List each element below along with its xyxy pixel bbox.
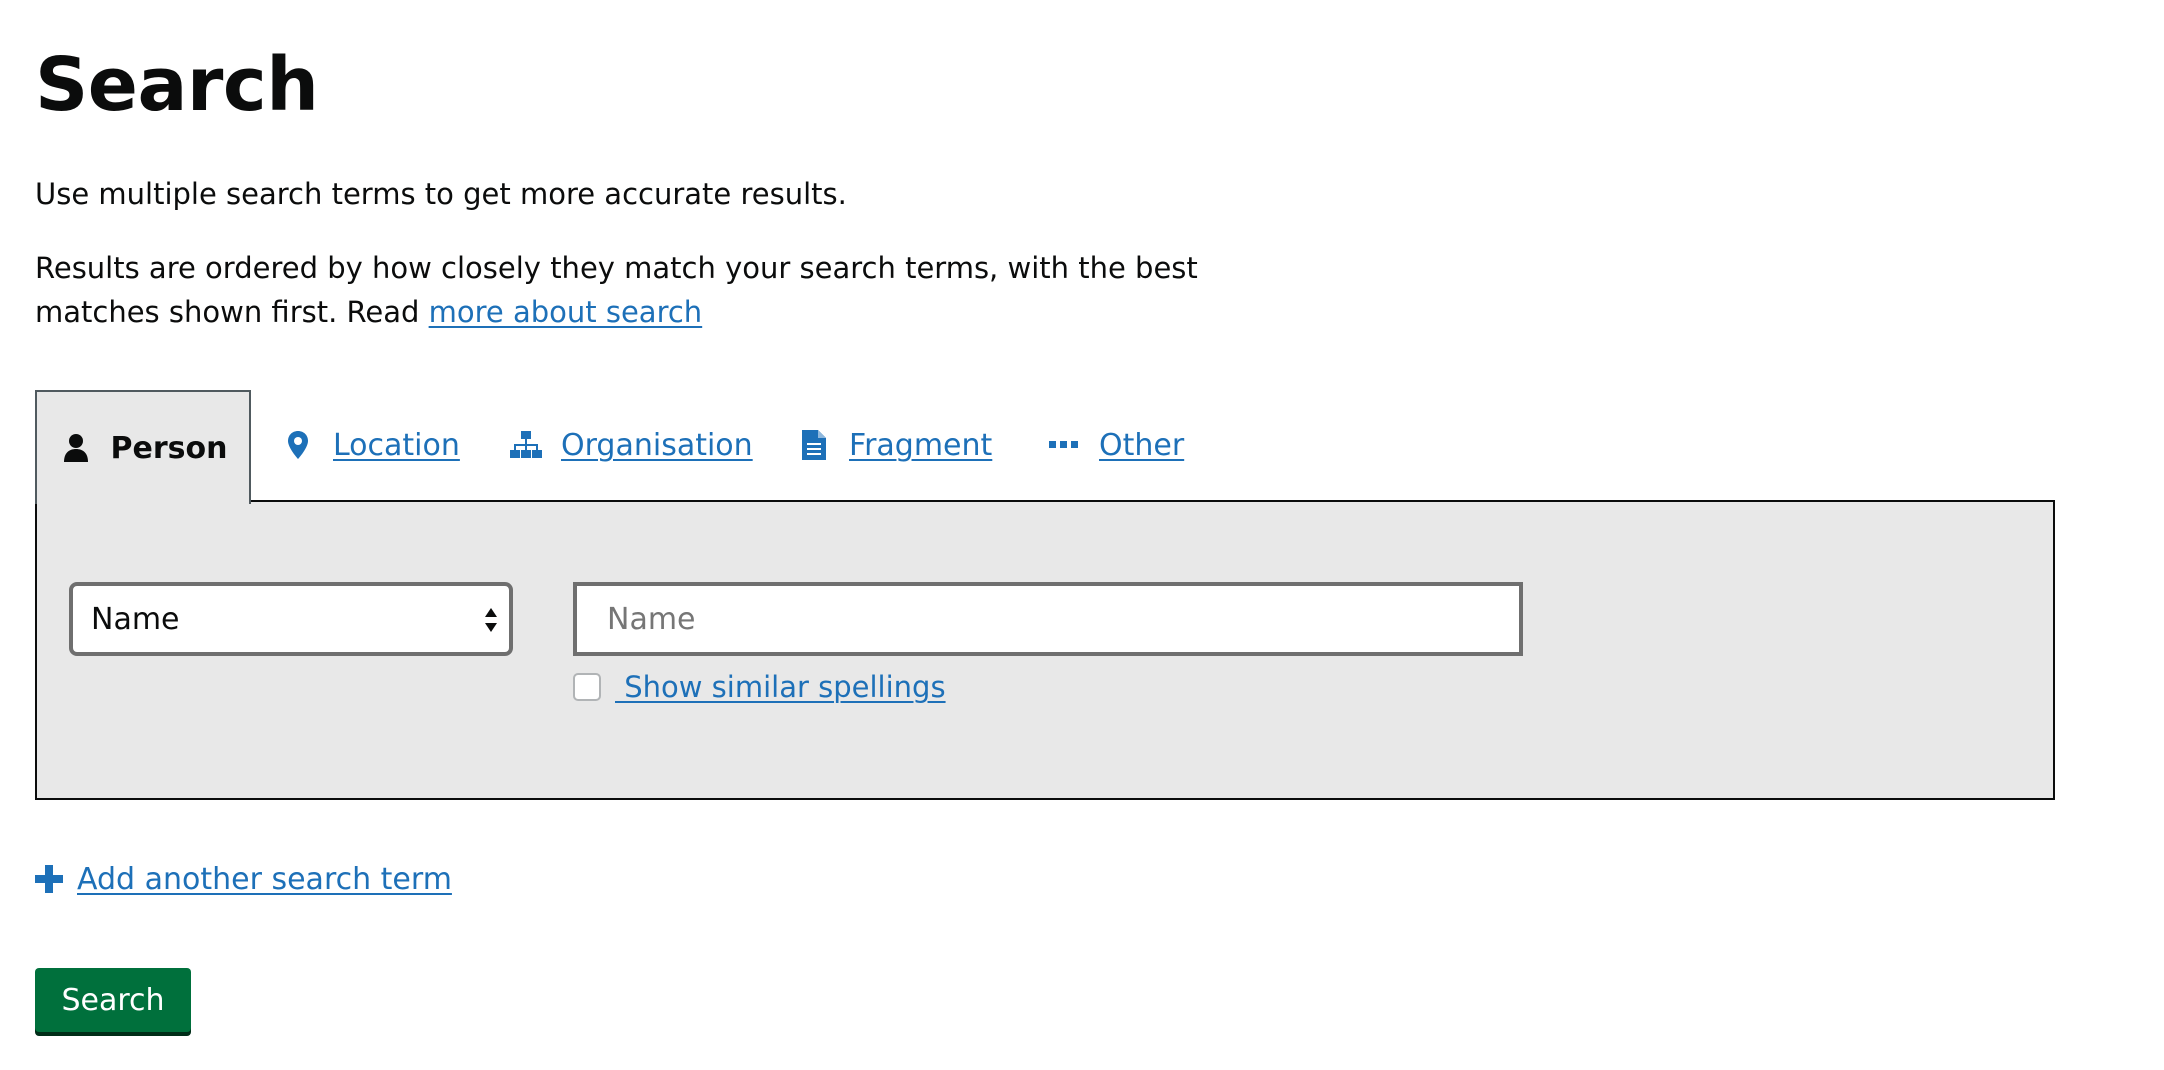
person-search-panel: Name Name Show similar spellings [35,500,2055,800]
tab-person[interactable]: Person [35,390,251,504]
tab-list: Person Location Organisation Fragment Ot… [35,390,2055,504]
tab-organisation-label[interactable]: Organisation [561,428,753,463]
person-icon [59,431,93,465]
tab-location-label[interactable]: Location [333,428,460,463]
org-chart-icon [509,428,543,462]
tab-organisation[interactable]: Organisation [509,390,753,500]
search-type-tabs: Person Location Organisation Fragment Ot… [35,390,2055,800]
add-search-term-link[interactable]: Add another search term [77,862,452,897]
select-arrows-icon [483,604,499,636]
similar-spellings-option[interactable]: Show similar spellings [573,670,946,704]
map-pin-icon [281,428,315,462]
tab-location[interactable]: Location [281,390,460,500]
search-field-select[interactable]: Name [69,582,513,656]
tab-other[interactable]: Other [1047,390,1184,500]
document-icon [797,428,831,462]
search-term-input[interactable]: Name [573,582,1523,656]
intro-text: Use multiple search terms to get more ac… [35,177,847,211]
plus-icon [35,864,65,895]
search-field-select-value: Name [91,601,180,637]
similar-spellings-label[interactable]: Show similar spellings [615,670,945,704]
add-search-term[interactable]: Add another search term [35,862,452,897]
page-title: Search [35,42,319,128]
ordering-text: Results are ordered by how closely they … [35,246,1235,334]
search-button[interactable]: Search [35,968,191,1032]
ellipsis-icon [1047,428,1081,462]
more-about-search-link[interactable]: more about search [429,295,703,329]
tab-fragment[interactable]: Fragment [797,390,992,500]
tab-fragment-label[interactable]: Fragment [849,428,992,463]
tab-person-label: Person [110,430,228,466]
similar-spellings-checkbox[interactable] [573,673,601,701]
tab-other-label[interactable]: Other [1099,428,1184,463]
